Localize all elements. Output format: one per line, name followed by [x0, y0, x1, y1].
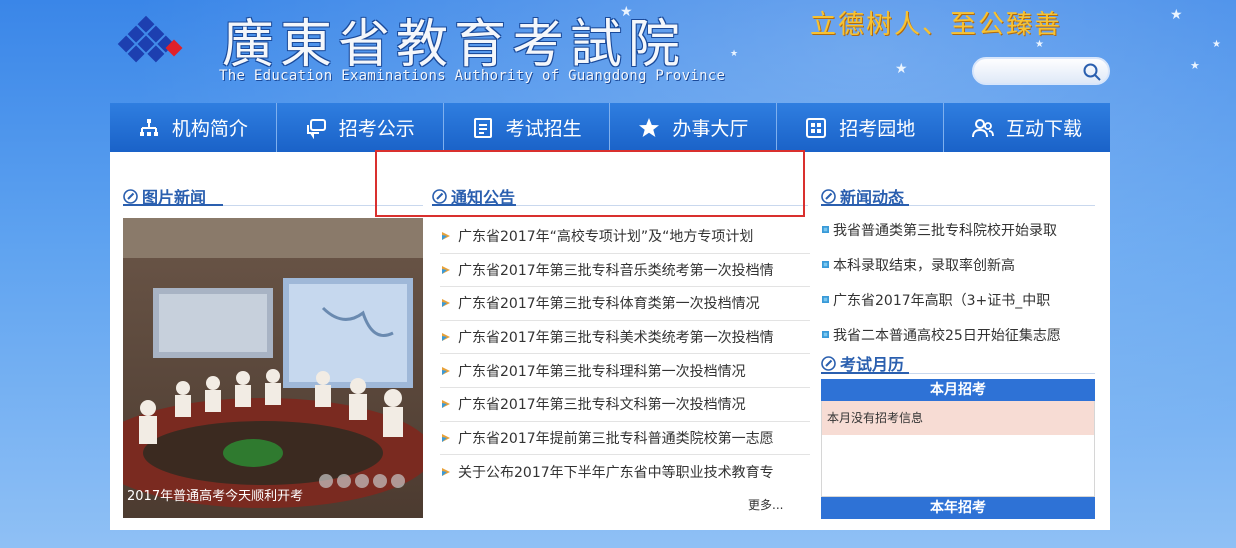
notice-title: 广东省2017年第三批专科美术类统考第一次投档情: [458, 330, 774, 347]
bullet-icon: [442, 433, 450, 442]
bullet-icon: [442, 400, 450, 409]
main-nav: 机构简介 招考公示 考试招生 办事大厅 招考园地 互动下载: [110, 103, 1110, 152]
bullet-icon: [822, 331, 829, 338]
list-document-icon: [473, 117, 492, 138]
section-underline-light: [909, 205, 1095, 206]
news-item[interactable]: 我省二本普通高校25日开始征集志愿: [820, 317, 1100, 352]
bullet-icon: [442, 333, 450, 342]
slide-indicators: [319, 474, 405, 488]
notice-item[interactable]: 广东省2017年提前第三批专科普通类院校第一志愿: [440, 422, 810, 456]
notice-title: 广东省2017年提前第三批专科普通类院校第一志愿: [458, 430, 774, 447]
notice-item[interactable]: 广东省2017年第三批专科体育类第一次投档情况: [440, 287, 810, 321]
bullet-icon: [822, 226, 829, 233]
slide-dot[interactable]: [355, 474, 369, 488]
nav-label: 考试招生: [505, 118, 582, 140]
section-underline: [821, 204, 909, 206]
slide-dot[interactable]: [337, 474, 351, 488]
star-icon: [639, 117, 660, 137]
nav-label: 机构简介: [171, 118, 248, 140]
calendar-this-month-message: 本月没有招考信息: [822, 401, 1094, 435]
news-item[interactable]: 广东省2017年高职（3+证书_中职: [820, 282, 1100, 317]
edit-icon: [821, 188, 836, 204]
notice-item[interactable]: 关于公布2017年下半年广东省中等职业技术教育专: [440, 455, 810, 489]
notice-item[interactable]: 广东省2017年第三批专科文科第一次投档情况: [440, 388, 810, 422]
notice-title: 广东省2017年第三批专科理科第一次投档情况: [458, 363, 746, 380]
logo-icon: [117, 15, 183, 63]
edit-icon: [821, 355, 836, 371]
slogan: 立德树人、至公臻善: [810, 10, 1063, 40]
notice-item[interactable]: 广东省2017年第三批专科音乐类统考第一次投档情: [440, 254, 810, 288]
section-underline: [821, 372, 909, 374]
nav-item-about[interactable]: 机构简介: [110, 103, 277, 152]
search-icon[interactable]: [1082, 62, 1102, 82]
calendar-this-month-header[interactable]: 本月招考: [821, 379, 1095, 401]
notice-list: 广东省2017年“高校专项计划”及“地方专项计划 广东省2017年第三批专科音乐…: [440, 220, 810, 489]
nav-item-public-notice[interactable]: 招考公示: [277, 103, 444, 152]
bullet-icon: [442, 265, 450, 274]
highlight-box: [375, 150, 805, 217]
slide-dot[interactable]: [319, 474, 333, 488]
notice-title: 广东省2017年第三批专科体育类第一次投档情况: [458, 296, 760, 313]
news-title: 我省普通类第三批专科院校开始录取: [833, 222, 1057, 239]
conference-room-photo: [123, 218, 423, 518]
news-title: 广东省2017年高职（3+证书_中职: [833, 292, 1051, 309]
star-decoration: ★: [1170, 7, 1183, 23]
news-title: 我省二本普通高校25日开始征集志愿: [833, 327, 1061, 344]
section-underline-light: [909, 373, 1095, 374]
bullet-icon: [442, 299, 450, 308]
users-icon: [972, 118, 994, 137]
news-title: 本科录取结束，录取率创新高: [833, 257, 1015, 274]
slide-dot[interactable]: [391, 474, 405, 488]
notice-title: 广东省2017年“高校专项计划”及“地方专项计划: [458, 229, 754, 246]
notice-title: 关于公布2017年下半年广东省中等职业技术教育专: [458, 464, 774, 481]
site-subtitle: The Education Examinations Authority of …: [219, 68, 726, 84]
news-item[interactable]: 我省普通类第三批专科院校开始录取: [820, 212, 1100, 247]
nav-item-exam-garden[interactable]: 招考园地: [777, 103, 945, 152]
nav-label: 办事大厅: [672, 118, 749, 140]
nav-item-service-hall[interactable]: 办事大厅: [610, 103, 778, 152]
notice-title: 广东省2017年第三批专科文科第一次投档情况: [458, 397, 746, 414]
star-decoration: ★: [1035, 39, 1044, 50]
search-input[interactable]: [972, 57, 1110, 85]
nav-label: 互动下载: [1006, 118, 1083, 140]
nav-label: 招考公示: [338, 118, 415, 140]
edit-icon: [123, 188, 138, 204]
notice-item[interactable]: 广东省2017年“高校专项计划”及“地方专项计划: [440, 220, 810, 254]
notice-item[interactable]: 广东省2017年第三批专科理科第一次投档情况: [440, 354, 810, 388]
bullet-icon: [822, 296, 829, 303]
nav-label: 招考园地: [839, 118, 916, 140]
bullet-icon: [822, 261, 829, 268]
section-underline: [123, 204, 223, 206]
calendar-this-year-header[interactable]: 本年招考: [821, 497, 1095, 519]
grid-icon: [806, 117, 827, 138]
bullet-icon: [442, 232, 450, 241]
photo-slideshow[interactable]: 2017年普通高考今天顺利开考: [123, 218, 423, 518]
notice-title: 广东省2017年第三批专科音乐类统考第一次投档情: [458, 262, 774, 279]
org-chart-icon: [139, 118, 158, 136]
site-title: 廣東省教育考試院: [222, 15, 687, 75]
star-decoration: ★: [895, 61, 908, 77]
news-list: 我省普通类第三批专科院校开始录取 本科录取结束，录取率创新高 广东省2017年高…: [820, 212, 1100, 352]
slide-dot[interactable]: [373, 474, 387, 488]
photo-caption[interactable]: 2017年普通高考今天顺利开考: [127, 485, 303, 504]
star-decoration: ★: [1190, 59, 1200, 72]
star-decoration: ★: [1212, 39, 1221, 50]
nav-item-enrollment[interactable]: 考试招生: [444, 103, 611, 152]
chat-bubble-icon: [306, 118, 326, 139]
bullet-icon: [442, 366, 450, 375]
bullet-icon: [442, 467, 450, 476]
nav-item-interactive-download[interactable]: 互动下载: [944, 103, 1110, 152]
star-decoration: ★: [730, 49, 739, 59]
notice-item[interactable]: 广东省2017年第三批专科美术类统考第一次投档情: [440, 321, 810, 355]
more-link[interactable]: 更多...: [748, 496, 783, 513]
news-item[interactable]: 本科录取结束，录取率创新高: [820, 247, 1100, 282]
